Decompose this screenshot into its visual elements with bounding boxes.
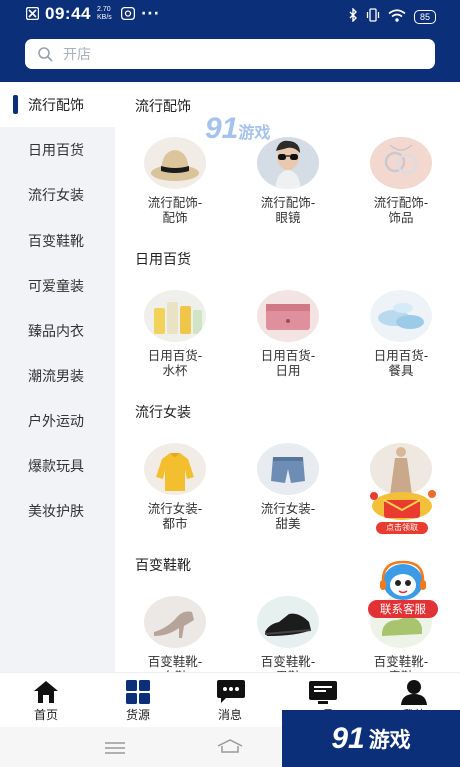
product-item[interactable]: 流行女装-都市: [125, 443, 225, 531]
tab-label: 货源: [125, 708, 150, 722]
dish-icon: [370, 290, 432, 342]
section-title: 日用百货: [135, 252, 191, 268]
menu-nav-icon[interactable]: [104, 740, 126, 759]
sidebar-item-label: 臻品内衣: [28, 323, 84, 340]
product-item[interactable]: 流行女装-甜美: [238, 443, 338, 531]
user-icon: [400, 679, 428, 705]
product-label: 流行女装-甜美: [260, 501, 316, 531]
wifi-icon: [388, 7, 406, 26]
tab-source[interactable]: 货源: [92, 673, 184, 728]
product-item[interactable]: 百变鞋靴-女鞋: [125, 596, 225, 672]
tab-label: 首页: [33, 708, 58, 722]
sidebar-item-label: 可爱童装: [28, 278, 84, 295]
tab-label: 消息: [217, 708, 242, 722]
sidebar-item-outdoor[interactable]: 户外运动: [0, 398, 115, 443]
active-indicator: [13, 95, 18, 114]
product-label: 日用百货-餐具: [373, 348, 429, 378]
sidebar-item-label: 潮流男装: [28, 368, 84, 385]
grid-icon: [124, 679, 152, 705]
product-label: 百变鞋靴-女鞋: [147, 654, 203, 672]
message-icon: [216, 679, 245, 705]
product-item[interactable]: 日用百货-水杯: [125, 290, 225, 378]
product-item[interactable]: 流行配饰-眼镜: [238, 137, 338, 225]
sidebar-item-lingerie[interactable]: 臻品内衣: [0, 308, 115, 353]
service-label: 联系客服: [368, 600, 438, 618]
hoodie-icon: [144, 443, 206, 495]
product-item[interactable]: 流行配饰-饰品: [351, 137, 451, 225]
product-label: 百变鞋靴-童鞋: [373, 654, 429, 672]
watermark-text: 游戏: [238, 123, 271, 142]
sidebar-item-label: 流行配饰: [28, 97, 84, 114]
shorts-icon: [257, 443, 319, 495]
sidebar-item-shoes[interactable]: 百变鞋靴: [0, 218, 115, 263]
sidebar-item-mens-wear[interactable]: 潮流男装: [0, 353, 115, 398]
sidebar-item-womens-wear[interactable]: 流行女装: [0, 172, 115, 217]
watermark-number: 91: [205, 112, 239, 145]
section-title: 流行配饰: [135, 99, 191, 115]
sidebar-item-daily-goods[interactable]: 日用百货: [0, 127, 115, 172]
box-icon: [257, 290, 319, 342]
notification-icon: [25, 5, 40, 24]
search-icon: [37, 46, 53, 62]
hat-icon: [144, 137, 206, 189]
status-bar: 09:44 2.70 KB/s ··· 85: [0, 0, 460, 30]
tab-messages[interactable]: 消息: [184, 673, 276, 728]
sidebar-item-label: 流行女装: [28, 187, 84, 204]
tools-icon: [308, 679, 337, 705]
app-notify-icon: [120, 5, 136, 24]
category-sidebar: 流行配饰 日用百货 流行女装 百变鞋靴 可爱童装 臻品内衣 潮流男装 户外运动 …: [0, 82, 115, 672]
promo-badge[interactable]: 点击领取: [362, 484, 442, 536]
search-bar[interactable]: 开店: [25, 39, 435, 69]
sidebar-item-label: 爆款玩具: [28, 458, 84, 475]
heel-icon: [144, 596, 206, 648]
tab-home[interactable]: 首页: [0, 673, 92, 728]
watermark-logo: 91 游戏: [205, 112, 270, 146]
watermark-text: 游戏: [368, 727, 411, 752]
product-label: 流行女装-都市: [147, 501, 203, 531]
bluetooth-icon: [349, 7, 358, 26]
section-title: 流行女装: [135, 405, 191, 421]
net-speed: 2.70 KB/s: [96, 6, 112, 21]
more-dots: ···: [140, 6, 160, 22]
home-icon: [32, 679, 60, 705]
product-item[interactable]: 流行配饰-配饰: [125, 137, 225, 225]
sidebar-item-label: 日用百货: [28, 142, 84, 159]
header: 09:44 2.70 KB/s ··· 85 开店: [0, 0, 460, 82]
section-title: 百变鞋靴: [135, 558, 191, 574]
product-item[interactable]: 百变鞋靴-男鞋: [238, 596, 338, 672]
jewelry-icon: [370, 137, 432, 189]
sidebar-item-label: 户外运动: [28, 413, 84, 430]
product-label: 流行配饰-眼镜: [260, 195, 316, 225]
search-input[interactable]: 开店: [63, 44, 91, 64]
sidebar-item-kids-wear[interactable]: 可爱童装: [0, 263, 115, 308]
app-screen: 09:44 2.70 KB/s ··· 85 开店 流行配饰 日用百货 流行女装…: [0, 0, 460, 767]
shoe-icon: [257, 596, 319, 648]
promo-text: 点击领取: [386, 523, 418, 532]
product-label: 百变鞋靴-男鞋: [260, 654, 316, 672]
product-item[interactable]: 日用百货-餐具: [351, 290, 451, 378]
product-label: 流行配饰-饰品: [373, 195, 429, 225]
cup-icon: [144, 290, 206, 342]
sidebar-item-beauty[interactable]: 美妆护肤: [0, 488, 115, 533]
customer-service-button[interactable]: 联系客服: [368, 560, 440, 640]
watermark-number: 91: [331, 721, 365, 755]
watermark-badge: 91 游戏: [282, 710, 460, 767]
product-label: 流行配饰-配饰: [147, 195, 203, 225]
product-item[interactable]: 日用百货-日用: [238, 290, 338, 378]
status-time: 09:44: [45, 4, 91, 23]
sidebar-item-accessories[interactable]: 流行配饰: [0, 82, 115, 127]
vibrate-icon: [366, 7, 380, 26]
product-label: 日用百货-水杯: [147, 348, 203, 378]
sidebar-item-label: 百变鞋靴: [28, 233, 84, 250]
sidebar-item-toys[interactable]: 爆款玩具: [0, 443, 115, 488]
home-nav-icon[interactable]: [216, 738, 244, 758]
sidebar-item-label: 美妆护肤: [28, 503, 84, 520]
battery-indicator: 85: [413, 9, 436, 24]
product-label: 日用百货-日用: [260, 348, 316, 378]
